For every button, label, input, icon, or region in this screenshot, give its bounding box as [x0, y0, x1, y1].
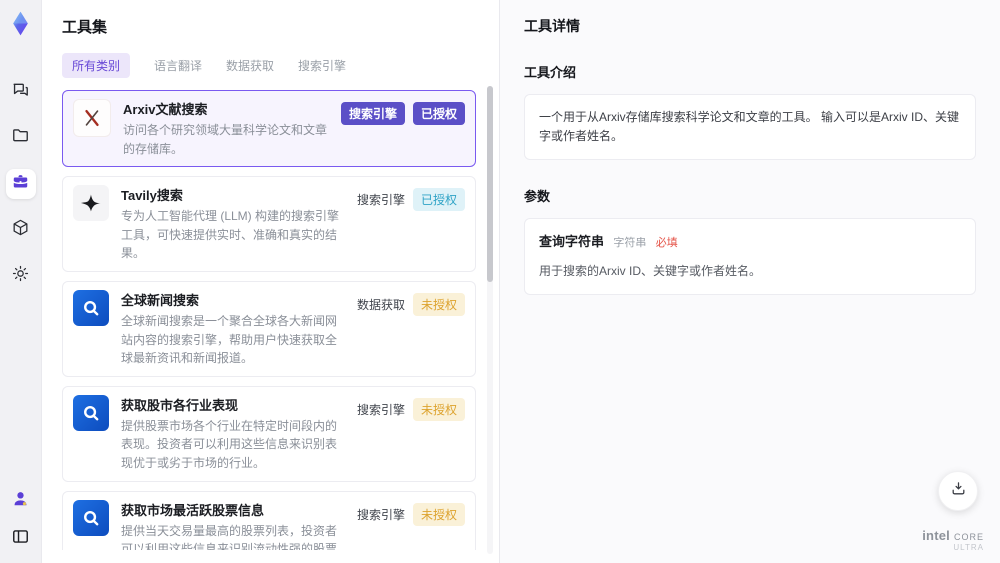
param-name: 查询字符串: [539, 234, 605, 250]
tool-description: 提供当天交易量最高的股票列表，投资者可以利用这些信息来识别流动性强的股票和潜在的…: [121, 523, 338, 550]
intel-core-wordmark: intel core: [922, 527, 984, 543]
tool-icon: [73, 499, 109, 536]
category-badge: 搜索引擎: [356, 193, 405, 208]
tool-description: 访问各个研究领域大量科学论文和文章的存储库。: [123, 123, 328, 156]
search-q-icon: [80, 297, 102, 319]
param-description: 用于搜索的Arxiv ID、关键字或作者姓名。: [539, 264, 762, 279]
tool-card-badges: 搜索引擎 未授权: [357, 395, 465, 473]
status-badge: 已授权: [412, 102, 465, 125]
tool-description: 全球新闻搜索是一个聚合全球各大新闻网站内容的搜索引擎，帮助用户快速获取全球最新资…: [121, 313, 338, 366]
category-badge: 数据获取: [356, 297, 405, 312]
intro-heading: 工具介绍: [524, 65, 577, 80]
tool-detail-panel: 工具详情 工具介绍 一个用于从Arxiv存储库搜索科学论文和文章的工具。 输入可…: [500, 0, 1000, 563]
download-icon: [950, 480, 967, 502]
search-q-icon: [80, 507, 102, 529]
search-q-icon: [80, 402, 102, 424]
arxiv-logo-icon: [81, 107, 103, 129]
status-badge: 未授权: [412, 502, 465, 526]
tool-name: 全球新闻搜索: [121, 292, 200, 308]
tool-card[interactable]: Tavily搜索 专为人工智能代理 (LLM) 构建的搜索引擎工具，可快速提供实…: [62, 176, 476, 272]
category-tab[interactable]: 所有类别: [62, 53, 131, 78]
app-logo: [7, 10, 34, 37]
scrollbar-thumb[interactable]: [487, 86, 493, 282]
category-tab[interactable]: 语言翻译: [154, 57, 202, 74]
chat-icon: [11, 80, 30, 104]
sidebar-item-packages[interactable]: [6, 215, 36, 245]
tool-description: 提供股票市场各个行业在特定时间段内的表现。投资者可以利用这些信息来识别表现优于或…: [121, 418, 338, 470]
tool-icon: [73, 289, 109, 326]
sidebar-item-tools[interactable]: [5, 169, 36, 199]
tool-card[interactable]: 全球新闻搜索 全球新闻搜索是一个聚合全球各大新闻网站内容的搜索引擎，帮助用户快速…: [62, 280, 476, 377]
tool-card-body: Tavily搜索 专为人工智能代理 (LLM) 构建的搜索引擎工具，可快速提供实…: [121, 185, 347, 263]
tool-name: 获取股市各行业表现: [121, 397, 239, 413]
sidebar-item-chat[interactable]: [6, 77, 36, 107]
param-item: 查询字符串 字符串 必填 用于搜索的Arxiv ID、关键字或作者姓名。: [524, 218, 976, 296]
tool-card-badges: 搜索引擎 已授权: [357, 185, 465, 263]
status-badge: 已授权: [412, 188, 465, 212]
detail-title: 工具详情: [524, 18, 580, 34]
folder-icon: [11, 126, 30, 150]
tool-card-list: Arxiv文献搜索 访问各个研究领域大量科学论文和文章的存储库。 搜索引擎 已授…: [62, 90, 476, 550]
status-badge: 未授权: [412, 397, 465, 421]
category-badge: 搜索引擎: [356, 402, 405, 417]
intro-box: 一个用于从Arxiv存储库搜索科学论文和文章的工具。 输入可以是Arxiv ID…: [524, 94, 976, 161]
sidebar: [0, 0, 42, 563]
tool-card-body: Arxiv文献搜索 访问各个研究领域大量科学论文和文章的存储库。: [123, 99, 331, 158]
tool-card-body: 全球新闻搜索 全球新闻搜索是一个聚合全球各大新闻网站内容的搜索引擎，帮助用户快速…: [121, 290, 347, 368]
tool-card-badges: 搜索引擎 已授权: [340, 99, 465, 158]
tool-card-badges: 搜索引擎 未授权: [357, 500, 465, 550]
user-avatar[interactable]: [7, 487, 35, 515]
param-header: 查询字符串 字符串 必填: [539, 232, 961, 253]
param-required-badge: 必填: [655, 237, 678, 250]
collapse-sidebar-button[interactable]: [7, 525, 35, 553]
category-tab[interactable]: 数据获取: [226, 57, 274, 74]
sparkle-icon: [80, 192, 102, 214]
tool-icon: [73, 394, 109, 431]
download-button[interactable]: [938, 471, 978, 511]
sidebar-item-files[interactable]: [6, 123, 36, 153]
panel-toggle-icon: [11, 527, 30, 551]
briefcase-icon: [11, 172, 30, 196]
tool-description: 专为人工智能代理 (LLM) 构建的搜索引擎工具，可快速提供实时、准确和真实的结…: [121, 209, 340, 261]
tool-name: Arxiv文献搜索: [123, 102, 208, 117]
scrollbar-track[interactable]: [487, 86, 493, 554]
category-badge: 搜索引擎: [340, 102, 405, 125]
page-title: 工具集: [62, 19, 108, 36]
intel-core-sub: ULTRA: [953, 543, 984, 553]
category-tab[interactable]: 搜索引擎: [298, 57, 346, 74]
tool-card-body: 获取股市各行业表现 提供股票市场各个行业在特定时间段内的表现。投资者可以利用这些…: [121, 395, 347, 473]
param-list: 查询字符串 字符串 必填 用于搜索的Arxiv ID、关键字或作者姓名。: [524, 218, 976, 296]
tool-icon: [73, 185, 109, 222]
tool-card[interactable]: 获取股市各行业表现 提供股票市场各个行业在特定时间段内的表现。投资者可以利用这些…: [62, 385, 476, 482]
category-badge: 搜索引擎: [356, 507, 405, 522]
cube-icon: [11, 218, 30, 242]
tool-name: 获取市场最活跃股票信息: [121, 502, 265, 518]
gear-icon: [11, 264, 30, 288]
tool-card-body: 获取市场最活跃股票信息 提供当天交易量最高的股票列表，投资者可以利用这些信息来识…: [121, 500, 347, 550]
params-heading: 参数: [524, 189, 551, 205]
sidebar-nav: [5, 77, 36, 291]
tool-list-panel: 工具集 所有类别 语言翻译 数据获取 搜索引擎 Arxiv文献搜索 访问各个研究…: [42, 0, 500, 563]
tool-icon: [73, 99, 111, 137]
category-tabs: 所有类别 语言翻译 数据获取 搜索引擎: [62, 53, 479, 78]
tool-card-badges: 数据获取 未授权: [357, 290, 465, 368]
tool-card[interactable]: 获取市场最活跃股票信息 提供当天交易量最高的股票列表，投资者可以利用这些信息来识…: [62, 490, 476, 550]
param-type: 字符串: [613, 237, 647, 250]
intel-core-logo: intel core ULTRA: [922, 527, 984, 553]
status-badge: 未授权: [412, 292, 465, 316]
tool-name: Tavily搜索: [121, 188, 183, 204]
sidebar-bottom: [7, 487, 35, 553]
tool-card[interactable]: Arxiv文献搜索 访问各个研究领域大量科学论文和文章的存储库。 搜索引擎 已授…: [62, 90, 476, 168]
user-icon: [11, 489, 30, 513]
sidebar-item-settings[interactable]: [6, 261, 36, 291]
